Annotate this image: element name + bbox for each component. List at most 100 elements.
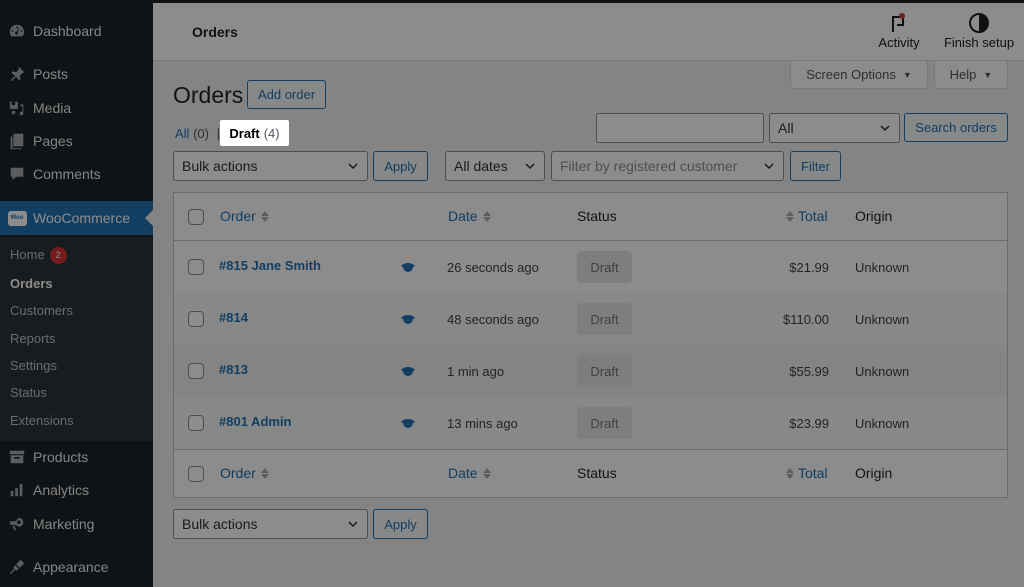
sidebar-item-posts[interactable]: Posts <box>0 57 153 91</box>
order-origin: Unknown <box>855 364 910 379</box>
submenu-item-extensions[interactable]: Extensions <box>10 413 74 428</box>
column-footer-date[interactable]: Date <box>448 465 491 481</box>
table-row[interactable]: #813 1 min ago Draft $55.99 Unknown <box>174 345 1007 397</box>
preview-eye-icon[interactable] <box>401 366 415 376</box>
sidebar-item-pages[interactable]: Pages <box>0 124 153 158</box>
order-link[interactable]: #801 Admin <box>219 414 292 429</box>
sidebar-item-marketing[interactable]: Marketing <box>0 507 153 541</box>
search-orders-input[interactable] <box>596 113 764 143</box>
bulk-actions-value: Bulk actions <box>182 516 258 532</box>
sidebar-item-dashboard[interactable]: Dashboard <box>0 14 153 48</box>
archive-box-icon <box>7 447 27 467</box>
caret-down-icon: ▼ <box>983 69 993 80</box>
preview-eye-icon[interactable] <box>401 314 415 324</box>
table-row[interactable]: #801 Admin 13 mins ago Draft $23.99 Unkn… <box>174 397 1007 449</box>
column-header-date[interactable]: Date <box>448 208 491 224</box>
dashboard-icon <box>7 21 27 41</box>
sort-icon <box>260 467 269 479</box>
woocommerce-header: Orders Activity Finish setup <box>153 3 1024 61</box>
status-badge: Draft <box>577 355 632 387</box>
add-order-button[interactable]: Add order <box>247 80 326 109</box>
sidebar-item-label: WooCommerce <box>33 210 130 226</box>
order-origin: Unknown <box>855 312 910 327</box>
help-label: Help <box>949 67 977 82</box>
table-row[interactable]: #814 48 seconds ago Draft $110.00 Unknow… <box>174 293 1007 345</box>
column-header-status: Status <box>577 208 617 224</box>
customer-filter-select[interactable]: Filter by registered customer <box>551 151 784 181</box>
header-title: Orders <box>192 24 238 40</box>
submenu-label: Home <box>10 247 45 262</box>
sort-icon <box>482 467 491 479</box>
select-all-checkbox[interactable] <box>188 466 204 482</box>
table-row[interactable]: #815 Jane Smith 26 seconds ago Draft $21… <box>174 241 1007 293</box>
column-header-label: Total <box>798 465 828 481</box>
sidebar-item-label: Media <box>33 100 72 116</box>
order-link[interactable]: #815 Jane Smith <box>219 258 321 273</box>
table-footer-row: Order Date Status Total Origin <box>174 449 1007 497</box>
sort-icon <box>786 467 794 479</box>
column-footer-total[interactable]: Total <box>786 465 828 481</box>
row-checkbox[interactable] <box>188 311 204 327</box>
row-checkbox[interactable] <box>188 415 204 431</box>
order-origin: Unknown <box>855 416 910 431</box>
flag-icon <box>871 11 927 35</box>
submenu-item-status[interactable]: Status <box>10 385 47 400</box>
chevron-down-icon <box>348 521 358 528</box>
submenu-item-reports[interactable]: Reports <box>10 331 56 346</box>
view-all-link[interactable]: All <box>175 126 189 141</box>
sort-icon <box>260 210 269 222</box>
order-date: 13 mins ago <box>447 416 518 431</box>
submenu-item-home[interactable]: Home 2 <box>10 247 67 264</box>
select-all-checkbox[interactable] <box>188 209 204 225</box>
column-header-label: Date <box>448 465 478 481</box>
column-footer-order[interactable]: Order <box>220 465 269 481</box>
activity-notification-dot <box>899 13 905 19</box>
sidebar-item-label: Dashboard <box>33 23 102 39</box>
view-draft-link[interactable]: Draft (4) <box>220 120 289 146</box>
help-button[interactable]: Help ▼ <box>934 61 1008 89</box>
sidebar-item-products[interactable]: Products <box>0 440 153 474</box>
order-total: $23.99 <box>789 416 829 431</box>
bulk-actions-select-bottom[interactable]: Bulk actions <box>173 509 368 539</box>
order-link[interactable]: #813 <box>219 362 248 377</box>
customer-filter-placeholder: Filter by registered customer <box>560 158 738 174</box>
activity-button[interactable]: Activity <box>871 11 927 50</box>
sidebar-item-analytics[interactable]: Analytics <box>0 473 153 507</box>
finish-setup-button[interactable]: Finish setup <box>941 11 1017 50</box>
preview-eye-icon[interactable] <box>401 262 415 272</box>
submenu-item-orders[interactable]: Orders <box>10 276 53 291</box>
row-checkbox[interactable] <box>188 363 204 379</box>
order-origin: Unknown <box>855 260 910 275</box>
preview-eye-icon[interactable] <box>401 418 415 428</box>
sidebar-item-media[interactable]: Media <box>0 91 153 125</box>
sidebar-item-comments[interactable]: Comments <box>0 157 153 191</box>
progress-circle-icon <box>941 11 1017 35</box>
sidebar-item-label: Pages <box>33 133 73 149</box>
view-draft-label: Draft <box>229 125 260 141</box>
apply-button-bottom[interactable]: Apply <box>373 509 428 539</box>
search-orders-button[interactable]: Search orders <box>904 113 1008 142</box>
woocommerce-submenu: Home 2 Orders Customers Reports Settings … <box>0 237 153 441</box>
row-checkbox[interactable] <box>188 259 204 275</box>
bulk-actions-select[interactable]: Bulk actions <box>173 151 368 181</box>
dates-filter-select[interactable]: All dates <box>445 151 545 181</box>
table-header-row: Order Date Status Total Origin <box>174 193 1007 241</box>
bar-chart-icon <box>7 480 27 500</box>
chevron-down-icon <box>880 125 890 132</box>
search-scope-select[interactable]: All <box>769 113 900 143</box>
sidebar-item-appearance[interactable]: Appearance <box>0 550 153 584</box>
submenu-item-customers[interactable]: Customers <box>10 303 73 318</box>
view-all-count: (0) <box>193 126 209 141</box>
screen-options-button[interactable]: Screen Options ▼ <box>790 61 928 89</box>
megaphone-icon <box>7 514 27 534</box>
notification-badge: 2 <box>49 247 67 264</box>
column-header-order[interactable]: Order <box>220 208 269 224</box>
column-header-label: Order <box>220 208 256 224</box>
filter-button[interactable]: Filter <box>790 151 841 181</box>
sidebar-item-woocommerce[interactable]: Woo WooCommerce <box>0 201 153 235</box>
submenu-item-settings[interactable]: Settings <box>10 358 57 373</box>
apply-button[interactable]: Apply <box>373 151 428 181</box>
admin-sidebar: Dashboard Posts Media Pages Comments Woo… <box>0 0 153 587</box>
column-header-total[interactable]: Total <box>786 208 828 224</box>
order-link[interactable]: #814 <box>219 310 248 325</box>
